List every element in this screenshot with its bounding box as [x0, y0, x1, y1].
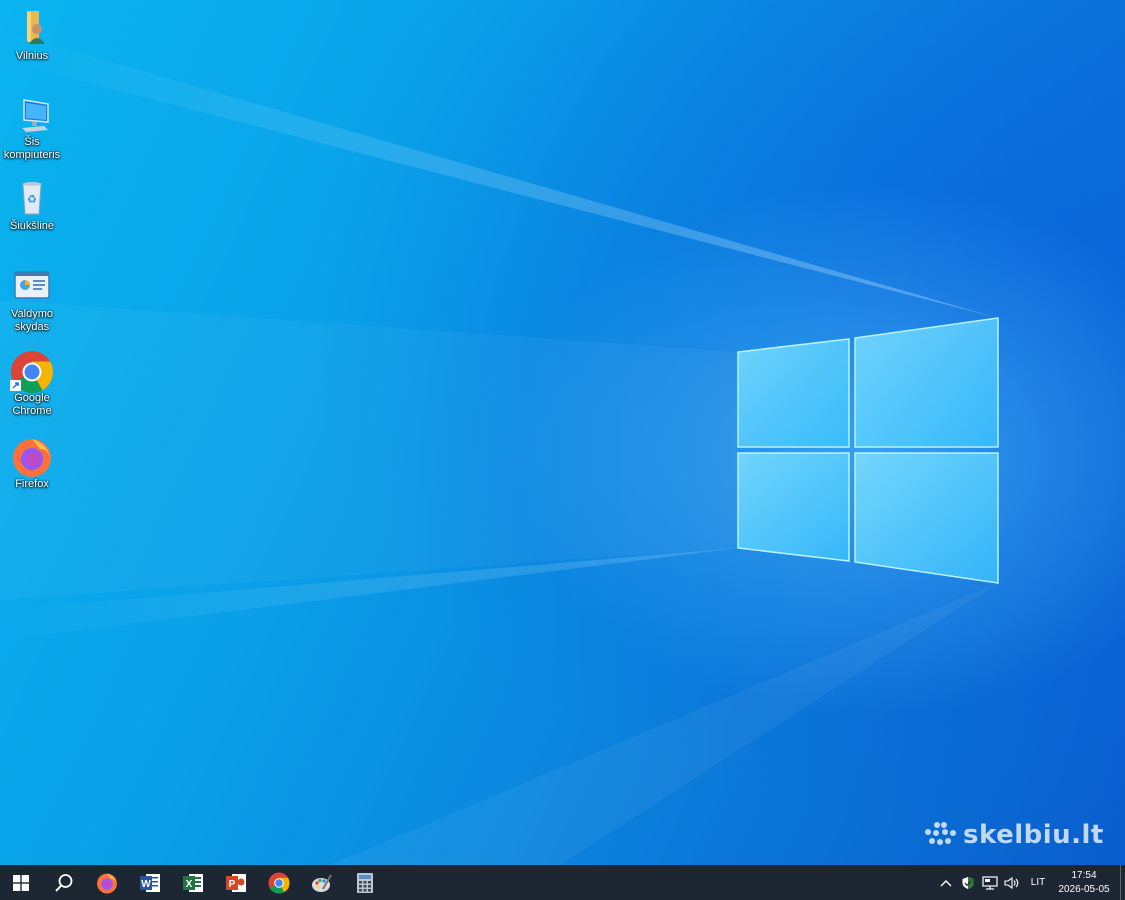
- search-button[interactable]: [42, 865, 85, 900]
- calculator-icon: [356, 872, 373, 893]
- firefox-icon: [96, 873, 117, 893]
- taskbar-calculator[interactable]: [343, 865, 386, 900]
- desktop-icon-label: Šiukšlinė: [9, 220, 55, 232]
- desktop[interactable]: Vilnius Šis kompiuteris ♻ Šiukšlinė Vald…: [0, 0, 1125, 865]
- desktop-icon-firefox[interactable]: Firefox: [2, 436, 62, 491]
- network-icon: [982, 875, 998, 890]
- recycle-bin-icon: ♻: [12, 178, 52, 218]
- control-panel-icon: [12, 266, 52, 306]
- svg-text:W: W: [141, 879, 151, 890]
- desktop-icon-vilnius[interactable]: Vilnius: [2, 8, 62, 63]
- clock[interactable]: 17:54 2026-05-05: [1053, 869, 1115, 897]
- taskbar-excel[interactable]: X: [171, 865, 214, 900]
- svg-text:P: P: [228, 879, 235, 890]
- watermark-text: skelbiu.lt: [963, 820, 1104, 850]
- word-icon: W: [139, 873, 160, 892]
- desktop-icon-this-pc[interactable]: Šis kompiuteris: [2, 94, 62, 162]
- desktop-icon-recycle-bin[interactable]: ♻ Šiukšlinė: [2, 178, 62, 233]
- taskbar-paint[interactable]: [300, 865, 343, 900]
- show-desktop-button[interactable]: [1120, 865, 1125, 900]
- clock-date: 2026-05-05: [1058, 883, 1110, 895]
- start-icon: [13, 874, 29, 891]
- volume-tray-button[interactable]: [1001, 865, 1023, 900]
- shield-icon: [962, 876, 974, 889]
- taskbar-word[interactable]: W: [128, 865, 171, 900]
- chrome-icon: [10, 350, 54, 394]
- powerpoint-icon: P: [225, 873, 246, 892]
- security-tray-button[interactable]: [957, 865, 979, 900]
- paint-icon: [311, 874, 332, 892]
- svg-text:♻: ♻: [27, 193, 37, 206]
- excel-icon: X: [182, 873, 203, 892]
- show-hidden-icons-button[interactable]: [935, 865, 957, 900]
- watermark: skelbiu.lt: [923, 818, 1104, 852]
- speaker-icon: [1004, 876, 1019, 889]
- computer-icon: [12, 94, 52, 134]
- taskbar-powerpoint[interactable]: P: [214, 865, 257, 900]
- language-indicator[interactable]: LIT: [1023, 865, 1053, 900]
- desktop-icon-label: Google Chrome: [12, 392, 52, 417]
- desktop-icon-control-panel[interactable]: Valdymo skydas: [2, 266, 62, 334]
- watermark-logo-icon: [925, 822, 956, 845]
- clock-time: 17:54: [1071, 869, 1097, 881]
- desktop-icon-label: Firefox: [15, 478, 49, 490]
- desktop-icon-google-chrome[interactable]: Google Chrome: [2, 350, 62, 418]
- desktop-icon-label: Vilnius: [15, 50, 49, 62]
- network-tray-button[interactable]: [979, 865, 1001, 900]
- desktop-icon-label: Valdymo skydas: [11, 308, 53, 333]
- firefox-icon: [12, 436, 52, 477]
- chevron-up-icon: [940, 879, 952, 886]
- taskbar-chrome[interactable]: [257, 865, 300, 900]
- chrome-icon: [268, 872, 289, 894]
- start-button[interactable]: [0, 865, 42, 900]
- taskbar-firefox[interactable]: [85, 865, 128, 900]
- user-folder-icon: [12, 8, 52, 48]
- svg-text:X: X: [185, 879, 192, 890]
- search-icon: [54, 873, 72, 892]
- desktop-icon-label: Šis kompiuteris: [3, 136, 61, 161]
- system-tray: LIT 17:54 2026-05-05: [935, 865, 1115, 900]
- taskbar[interactable]: W X P LIT 17:54 2026-05-05: [0, 865, 1125, 900]
